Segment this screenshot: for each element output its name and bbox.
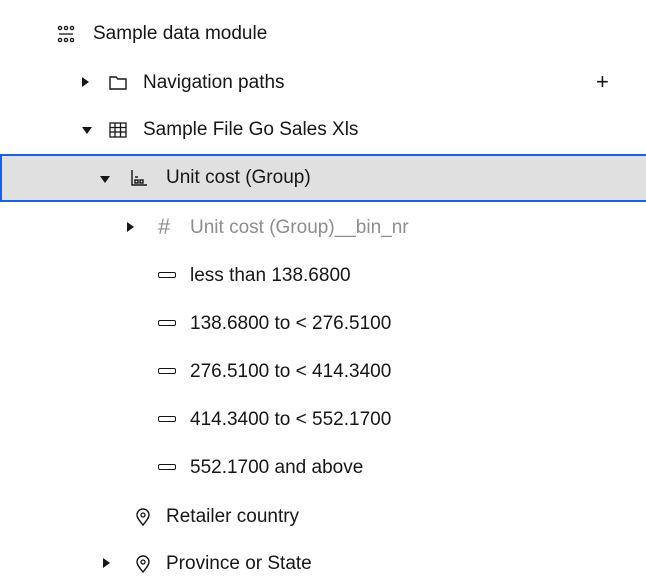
tree-item-bin[interactable]: 276.5100 to < 414.3400 <box>0 349 646 395</box>
chevron-right-icon[interactable] <box>127 222 134 232</box>
bin-member-icon <box>158 464 176 470</box>
bin-member-icon <box>158 272 176 278</box>
chevron-down-icon[interactable] <box>82 127 92 134</box>
tree-item-label: 138.6800 to < 276.5100 <box>190 313 392 334</box>
tree-item-bin[interactable]: 414.3400 to < 552.1700 <box>0 397 646 443</box>
tree-item-navigation-paths[interactable]: Navigation paths + <box>0 60 646 106</box>
tree-item-sample-data-module[interactable]: Sample data module <box>0 11 646 57</box>
group-icon <box>131 170 147 186</box>
bin-member-icon <box>158 320 176 326</box>
tree-item-label: 276.5100 to < 414.3400 <box>190 361 392 382</box>
bin-member-icon <box>158 368 176 374</box>
tree-item-retailer-country[interactable]: Retailer country <box>0 494 646 540</box>
chevron-down-icon[interactable] <box>100 176 110 183</box>
location-icon <box>136 555 150 574</box>
data-module-icon <box>57 25 75 43</box>
tree-item-bin[interactable]: 138.6800 to < 276.5100 <box>0 301 646 347</box>
tree-item-province-or-state[interactable]: Province or State <box>0 541 646 587</box>
tree-item-sample-file-go-sales-xls[interactable]: Sample File Go Sales Xls <box>0 107 646 153</box>
tree-item-label: Province or State <box>166 553 312 574</box>
tree-item-label: Unit cost (Group) <box>166 167 311 188</box>
tree-item-bin[interactable]: less than 138.6800 <box>0 253 646 299</box>
folder-icon <box>109 76 127 90</box>
hash-icon: # <box>158 214 171 239</box>
tree-item-label: Retailer country <box>166 506 300 527</box>
add-icon[interactable]: + <box>596 68 609 96</box>
tree-item-label: less than 138.6800 <box>190 265 351 286</box>
tree-item-label: 552.1700 and above <box>190 457 364 478</box>
tree-item-unit-cost-group[interactable]: Unit cost (Group) <box>0 154 646 202</box>
chevron-right-icon[interactable] <box>82 77 89 87</box>
chevron-right-icon[interactable] <box>103 558 110 568</box>
data-module-tree: Sample data module Navigation paths + Sa… <box>0 0 646 585</box>
location-icon <box>136 508 150 527</box>
tree-item-label: Navigation paths <box>143 72 285 93</box>
tree-item-label: 414.3400 to < 552.1700 <box>190 409 392 430</box>
tree-item-label: Sample File Go Sales Xls <box>143 119 359 140</box>
tree-item-label: Unit cost (Group)__bin_nr <box>190 217 409 238</box>
table-icon <box>109 122 127 138</box>
tree-item-label: Sample data module <box>93 23 268 44</box>
tree-item-unit-cost-bin-nr[interactable]: # Unit cost (Group)__bin_nr <box>0 205 646 251</box>
tree-item-bin[interactable]: 552.1700 and above <box>0 445 646 491</box>
bin-member-icon <box>158 416 176 422</box>
